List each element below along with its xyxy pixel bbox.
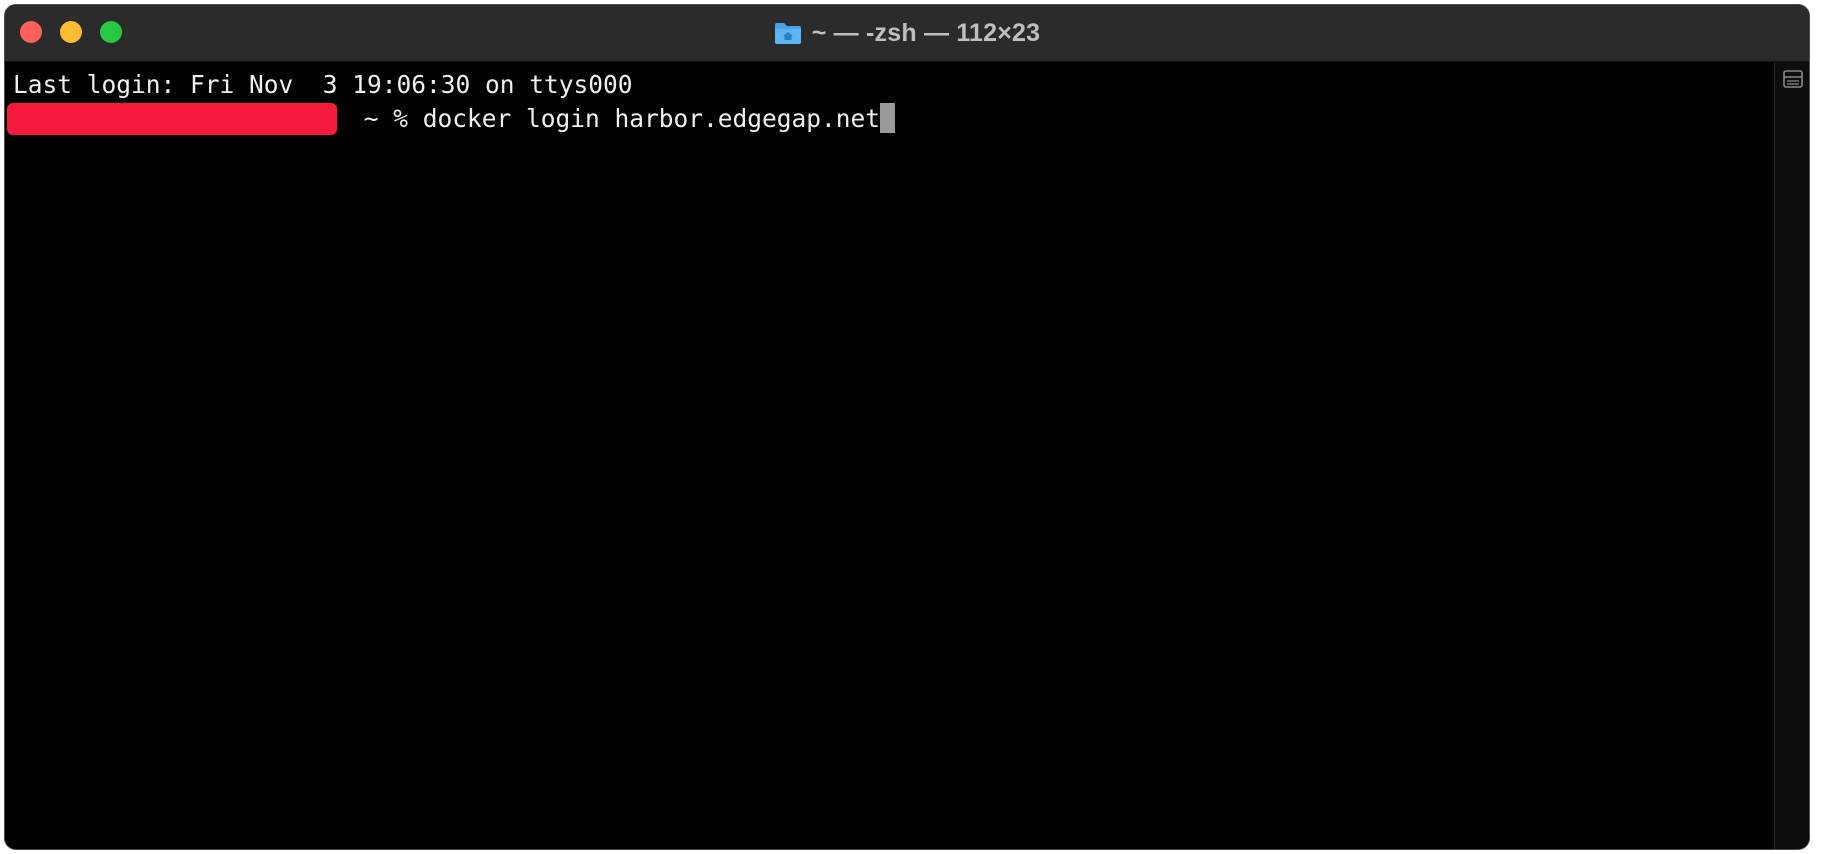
command-text: docker login harbor.edgegap.net [422,104,881,133]
split-view-icon[interactable] [1783,70,1803,88]
home-folder-icon [774,21,802,45]
window-title: ~ — -zsh — 112×23 [811,18,1041,47]
redacted-username [7,103,337,135]
prompt-line: ~ % docker login harbor.edgegap.net [7,102,896,136]
terminal-window: ~ — -zsh — 112×23 Last login: Fri Nov 3 … [4,4,1810,850]
title-bar[interactable]: ~ — -zsh — 112×23 [5,5,1809,62]
prompt-suffix: ~ % [349,104,423,133]
scrollbar-gutter[interactable] [1774,62,1809,849]
text-cursor [880,103,896,133]
terminal-output[interactable]: Last login: Fri Nov 3 19:06:30 on ttys00… [5,62,1775,849]
last-login-line: Last login: Fri Nov 3 19:06:30 on ttys00… [13,70,633,99]
window-title-group: ~ — -zsh — 112×23 [5,5,1809,61]
